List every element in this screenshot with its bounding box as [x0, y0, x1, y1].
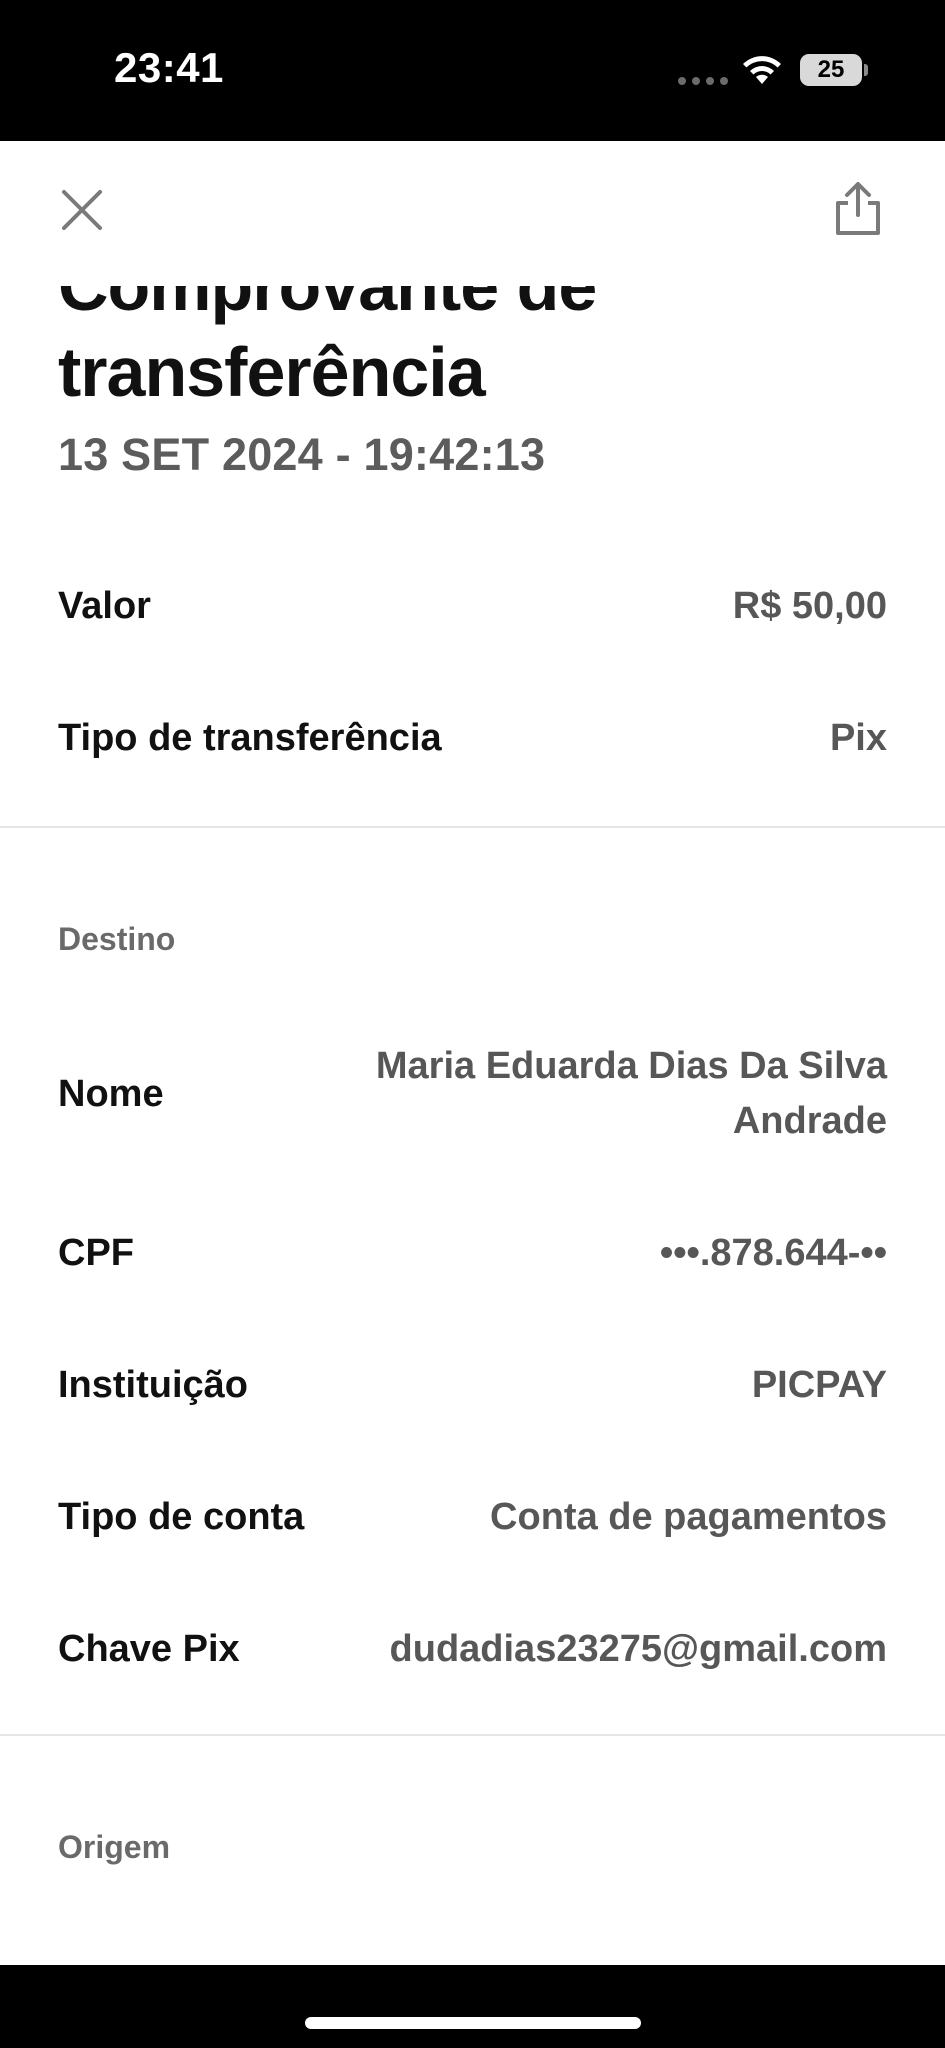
valor-label: Valor	[58, 585, 151, 627]
page-title: Comprovante de transferência	[58, 286, 597, 411]
divider	[0, 826, 945, 828]
screen: 23:41 25 Comprovante de transferência 13…	[0, 0, 945, 2048]
cpf-value: •••.878.644-••	[659, 1232, 887, 1274]
battery-cap	[864, 64, 868, 76]
cpf-label: CPF	[58, 1232, 134, 1274]
nome-row: Nome Maria Eduarda Dias Da Silva Andrade	[58, 1039, 887, 1149]
receipt-sheet: Comprovante de transferência 13 SET 2024…	[0, 141, 945, 1965]
status-bar: 23:41 25	[0, 0, 945, 141]
tipo-conta-row: Tipo de conta Conta de pagamentos	[58, 1490, 887, 1545]
instituicao-value: PICPAY	[751, 1364, 887, 1406]
tipo-transferencia-value: Pix	[829, 717, 887, 759]
chave-pix-value: dudadias23275@gmail.com	[389, 1628, 887, 1670]
transfer-date: 13 SET 2024 - 19:42:13	[58, 429, 546, 480]
cellular-signal-icon	[678, 77, 728, 85]
destino-heading: Destino	[58, 921, 176, 957]
cpf-row: CPF •••.878.644-••	[58, 1226, 887, 1281]
status-time: 23:41	[114, 44, 224, 91]
tipo-conta-label: Tipo de conta	[58, 1496, 305, 1538]
origem-heading: Origem	[58, 1829, 171, 1865]
divider	[0, 1734, 945, 1736]
tipo-conta-value: Conta de pagamentos	[490, 1496, 887, 1538]
wifi-icon	[743, 56, 781, 84]
home-bar	[0, 1965, 945, 2048]
nome-value: Maria Eduarda Dias Da Silva Andrade	[375, 1045, 887, 1142]
nome-label: Nome	[58, 1072, 164, 1115]
chave-pix-row: Chave Pix dudadias23275@gmail.com	[58, 1622, 887, 1677]
tipo-transferencia-label: Tipo de transferência	[58, 717, 442, 759]
valor-row: Valor R$ 50,00	[58, 579, 887, 634]
close-icon[interactable]	[58, 186, 106, 234]
valor-value: R$ 50,00	[732, 585, 887, 627]
tipo-transferencia-row: Tipo de transferência Pix	[58, 711, 887, 766]
battery-icon: 25	[800, 54, 862, 86]
title-container: Comprovante de transferência	[0, 286, 945, 546]
chave-pix-label: Chave Pix	[58, 1628, 240, 1670]
home-indicator[interactable]	[305, 2017, 641, 2029]
share-icon[interactable]	[832, 181, 884, 237]
instituicao-label: Instituição	[58, 1364, 249, 1406]
instituicao-row: Instituição PICPAY	[58, 1358, 887, 1413]
